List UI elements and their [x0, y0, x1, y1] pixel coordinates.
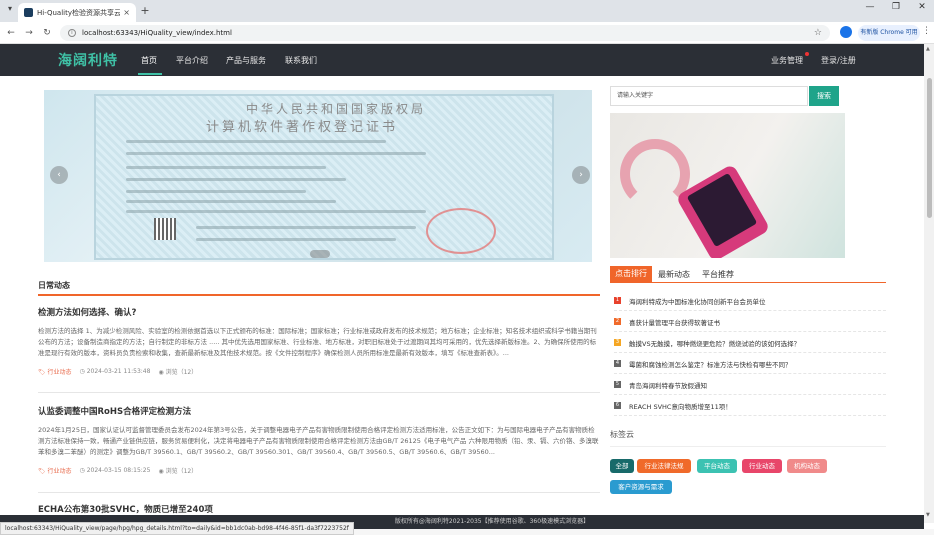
certificate-title-line1: 中华人民共和国国家版权局 [246, 102, 427, 116]
tab-click-ranking[interactable]: 点击排行 [610, 266, 652, 282]
tag-pill[interactable]: 客户资源与需求 [610, 480, 672, 494]
ranking-item[interactable]: 5 青岛海阔利特春节放假通知 [614, 375, 886, 395]
ranking-tabs: 点击排行 最新动态 平台推荐 [610, 266, 845, 282]
carousel-prev-icon[interactable]: ‹ [50, 166, 68, 184]
ranking-item[interactable]: 3 触摸VS无触摸，哪种燃烧更危险？燃烧试验的该如何选择？ [614, 333, 886, 353]
article-meta: 🏷 行业动态 ◷ 2024-03-15 08:15:25 ◉ 浏览（12） [38, 466, 600, 475]
back-icon[interactable]: ← [4, 26, 18, 40]
tab-close-icon[interactable]: × [123, 8, 130, 17]
ranking-item[interactable]: 6 REACH SVHC意向物质增至11项！ [614, 396, 886, 416]
tab-latest-news[interactable]: 最新动态 [658, 269, 690, 280]
tag-pill[interactable]: 机构动态 [787, 459, 827, 473]
nav-contact[interactable]: 联系我们 [285, 55, 317, 66]
site-logo[interactable]: 海阔利特 [58, 50, 118, 70]
ranking-title[interactable]: 海阔利特成为中国标准化协同创新平台会员单位 [629, 296, 766, 306]
browser-menu-icon[interactable]: ⋮ [922, 26, 931, 36]
tagcloud-divider [610, 446, 886, 447]
scroll-down-icon[interactable]: ▼ [926, 512, 930, 518]
ranking-number: 3 [614, 339, 621, 346]
ranking-title[interactable]: 霉菌和腐蚀检测怎么鉴定？标准方法与快检有哪些不同？ [629, 359, 792, 369]
tag-pill[interactable]: 行业动态 [742, 459, 782, 473]
scroll-up-icon[interactable]: ▲ [926, 46, 930, 52]
article-item[interactable]: 检测方法如何选择、确认? 检测方法的选择 1、为减少检测风险、实验室的检测依据首… [38, 306, 600, 376]
new-tab-button[interactable]: + [138, 4, 152, 18]
ranking-number: 4 [614, 360, 621, 367]
ranking-title[interactable]: 触摸VS无触摸，哪种燃烧更危险？燃烧试验的该如何选择？ [629, 338, 800, 348]
tag-pill[interactable]: 行业法律法规 [637, 459, 691, 473]
ranking-number: 2 [614, 318, 621, 325]
browser-tab-strip: ▾ Hi-Quality检验资源共享云平台 × + — ❐ ✕ [0, 0, 934, 22]
carousel-next-icon[interactable]: › [572, 166, 590, 184]
chrome-update-button[interactable]: 有新版 Chrome 可用 [858, 25, 920, 41]
ranking-number: 5 [614, 381, 621, 388]
ranking-number: 1 [614, 297, 621, 304]
nav-active-indicator [138, 73, 162, 75]
article-title[interactable]: 认监委调整中国RoHS合格评定检测方法 [38, 405, 600, 417]
nav-platform-intro[interactable]: 平台介绍 [176, 55, 208, 66]
status-bar-url: localhost:63343/HiQuality_view/page/hpg/… [0, 522, 354, 535]
article-divider [38, 492, 600, 493]
close-window-icon[interactable]: ✕ [914, 2, 930, 12]
site-info-icon[interactable]: i [68, 29, 76, 37]
notification-dot [805, 52, 809, 56]
ranking-divider [610, 282, 886, 283]
certificate-title-line2: 计算机软件著作权登记证书 [206, 120, 399, 135]
section-divider [38, 294, 600, 296]
nav-home[interactable]: 首页 [141, 55, 157, 66]
article-title[interactable]: 检测方法如何选择、确认? [38, 306, 600, 318]
ranking-item[interactable]: 2 喜获计量管理平台获得软著证书 [614, 312, 886, 332]
article-views: ◉ 浏览（12） [158, 468, 198, 475]
article-summary: 检测方法的选择 1、为减少检测风险、实验室的检测依据首选以下正式颁布的标准：国际… [38, 327, 597, 357]
article-title[interactable]: ECHA公布第30批SVHC，物质已增至240项 [38, 503, 600, 515]
bookmark-star-icon[interactable]: ☆ [814, 28, 822, 38]
forward-icon[interactable]: → [22, 26, 36, 40]
scrollbar-thumb[interactable] [927, 78, 932, 218]
tagcloud-title: 标签云 [610, 430, 634, 439]
banner-carousel[interactable]: 中华人民共和国国家版权局 计算机软件著作权登记证书 ‹ › [44, 90, 592, 262]
ranking-title[interactable]: 喜获计量管理平台获得软著证书 [629, 317, 720, 327]
nav-products-services[interactable]: 产品与服务 [226, 55, 266, 66]
minimize-icon[interactable]: — [862, 2, 878, 12]
search-button[interactable]: 搜索 [809, 86, 839, 106]
ranking-number: 6 [614, 402, 621, 409]
restore-icon[interactable]: ❐ [888, 2, 904, 12]
nav-business-management[interactable]: 业务管理 [771, 55, 803, 66]
ranking-title[interactable]: 青岛海阔利特春节放假通知 [629, 380, 707, 390]
footer-copyright: 版权所有@海阔利特2021-2035【推荐使用谷歌、360极速模式浏览器】 [394, 518, 590, 525]
ranking-item[interactable]: 1 海阔利特成为中国标准化协同创新平台会员单位 [614, 291, 886, 311]
nav-login-register[interactable]: 登录/注册 [821, 55, 856, 66]
tag-pill[interactable]: 平台动态 [697, 459, 737, 473]
reload-icon[interactable]: ↻ [40, 26, 54, 40]
window-controls: — ❐ ✕ [862, 2, 930, 12]
article-views: ◉ 浏览（12） [158, 369, 198, 376]
section-title-daily-news: 日常动态 [38, 281, 70, 290]
article-summary: 2024年1月25日，国家认证认可监督管理委员会发布2024年第3号公告，关于调… [38, 426, 599, 456]
side-banner-image[interactable] [610, 113, 845, 258]
tab-platform-recommend[interactable]: 平台推荐 [702, 269, 734, 280]
software-copyright-certificate-image: 中华人民共和国国家版权局 计算机软件著作权登记证书 [94, 94, 554, 260]
ranking-title[interactable]: REACH SVHC意向物质增至11项！ [629, 401, 732, 411]
profile-avatar-icon[interactable] [840, 26, 852, 38]
search-input[interactable]: 请输入关键字 [610, 86, 808, 106]
article-date: ◷ 2024-03-21 11:53:48 [79, 368, 151, 375]
article-divider [38, 392, 600, 393]
url-text: localhost:63343/HiQuality_view/index.htm… [82, 29, 232, 37]
ranking-item[interactable]: 4 霉菌和腐蚀检测怎么鉴定？标准方法与快检有哪些不同？ [614, 354, 886, 374]
site-favicon-icon [24, 8, 33, 17]
browser-tab[interactable]: Hi-Quality检验资源共享云平台 × [18, 3, 136, 22]
article-date: ◷ 2024-03-15 08:15:25 [79, 467, 151, 474]
article-item[interactable]: 认监委调整中国RoHS合格评定检测方法 2024年1月25日，国家认证认可监督管… [38, 405, 600, 475]
address-bar[interactable]: i localhost:63343/HiQuality_view/index.h… [60, 25, 830, 41]
certificate-qr-code [154, 218, 176, 240]
article-meta: 🏷 行业动态 ◷ 2024-03-21 11:53:48 ◉ 浏览（12） [38, 367, 600, 376]
tab-title: Hi-Quality检验资源共享云平台 [37, 8, 121, 17]
browser-toolbar: ← → ↻ i localhost:63343/HiQuality_view/i… [0, 22, 934, 44]
carousel-indicators[interactable] [310, 250, 330, 258]
certificate-seal [426, 208, 496, 254]
site-header: 海阔利特 首页 平台介绍 产品与服务 联系我们 业务管理 登录/注册 [0, 44, 924, 76]
article-tag[interactable]: 🏷 行业动态 [38, 367, 72, 376]
article-tag[interactable]: 🏷 行业动态 [38, 466, 72, 475]
tag-pill[interactable]: 全部 [610, 459, 634, 473]
tab-search-icon[interactable]: ▾ [4, 4, 16, 16]
